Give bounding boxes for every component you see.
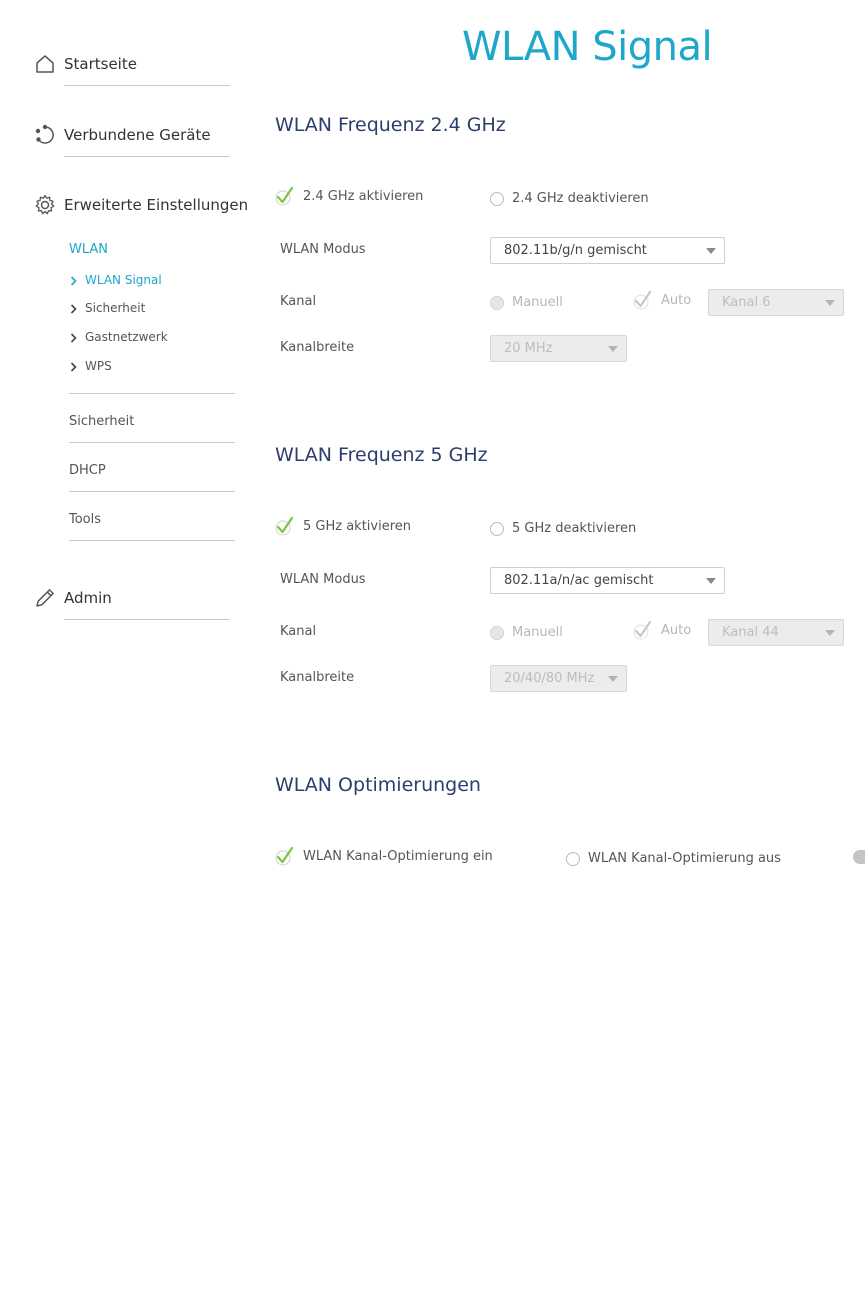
radio-5ghz-enable[interactable]: 5 GHz aktivieren [275, 516, 411, 536]
radio-optimization-on[interactable]: WLAN Kanal-Optimierung ein [275, 846, 493, 866]
divider [69, 540, 235, 541]
select-wlan-mode-5-value: 802.11a/n/ac gemischt [504, 573, 654, 588]
nav-guest-network-label: Gastnetzwerk [85, 330, 168, 344]
nav-wlan-signal-label: WLAN Signal [85, 273, 162, 287]
radio-optimization-off-label: WLAN Kanal-Optimierung aus [588, 851, 781, 866]
devices-icon [34, 124, 56, 146]
nav-security[interactable]: Sicherheit [69, 414, 134, 429]
select-wlan-mode-24-value: 802.11b/g/n gemischt [504, 243, 647, 258]
nav-wps[interactable]: WPS [70, 359, 112, 373]
select-channel-24-value: Kanal 6 [722, 295, 771, 310]
select-channel-5-value: Kanal 44 [722, 625, 779, 640]
checkmark-icon [275, 846, 295, 866]
label-wlan-mode-5: WLAN Modus [280, 572, 366, 587]
radio-24ghz-enable[interactable]: 2.4 GHz aktivieren [275, 186, 423, 206]
label-wlan-mode-24: WLAN Modus [280, 242, 366, 257]
radio-24ghz-disable[interactable]: 2.4 GHz deaktivieren [490, 191, 649, 206]
radio-channel-auto-24[interactable]: Auto [633, 290, 691, 310]
dropdown-arrow-icon [825, 630, 835, 636]
radio-circle [490, 521, 504, 536]
label-channel-width-5: Kanalbreite [280, 670, 355, 685]
select-wlan-mode-24[interactable]: 802.11b/g/n gemischt [490, 237, 725, 264]
radio-circle [490, 295, 504, 310]
nav-admin[interactable]: Admin [34, 578, 230, 618]
dropdown-arrow-icon [608, 346, 618, 352]
radio-optimization-off[interactable]: WLAN Kanal-Optimierung aus [566, 851, 781, 866]
nav-admin-label: Admin [64, 589, 112, 607]
select-channel-width-24-value: 20 MHz [504, 341, 553, 356]
divider [69, 442, 235, 443]
section-title-5ghz: WLAN Frequenz 5 GHz [275, 444, 488, 466]
chevron-right-icon [70, 275, 77, 286]
nav-dhcp[interactable]: DHCP [69, 463, 106, 478]
nav-tools[interactable]: Tools [69, 512, 101, 527]
divider [64, 156, 230, 157]
nav-devices-label: Verbundene Geräte [64, 126, 211, 144]
checkmark-icon [275, 186, 295, 206]
radio-24ghz-disable-label: 2.4 GHz deaktivieren [512, 191, 649, 206]
nav-guest-network[interactable]: Gastnetzwerk [70, 330, 168, 344]
radio-24ghz-enable-label: 2.4 GHz aktivieren [303, 188, 424, 204]
select-channel-5[interactable]: Kanal 44 [708, 619, 844, 646]
select-wlan-mode-5[interactable]: 802.11a/n/ac gemischt [490, 567, 725, 594]
label-channel-24: Kanal [280, 294, 317, 309]
radio-channel-auto-24-label: Auto [661, 292, 692, 308]
nav-wlan[interactable]: WLAN [69, 242, 108, 257]
nav-wlan-security[interactable]: Sicherheit [70, 301, 145, 315]
nav-home-label: Startseite [64, 55, 137, 73]
select-channel-width-5[interactable]: 20/40/80 MHz [490, 665, 627, 692]
dropdown-arrow-icon [706, 248, 716, 254]
checkmark-icon [633, 620, 653, 640]
chevron-right-icon [70, 361, 77, 372]
radio-circle [566, 851, 580, 866]
checkmark-icon [275, 516, 295, 536]
select-channel-width-5-value: 20/40/80 MHz [504, 671, 595, 686]
label-channel-5: Kanal [280, 624, 317, 639]
pencil-icon [34, 587, 56, 609]
chevron-right-icon [70, 332, 77, 343]
section-title-optimizations: WLAN Optimierungen [275, 774, 481, 796]
radio-optimization-on-label: WLAN Kanal-Optimierung ein [303, 848, 493, 864]
divider [69, 491, 235, 492]
gear-icon [34, 194, 56, 216]
radio-channel-manual-24-label: Manuell [512, 295, 563, 310]
nav-wps-label: WPS [85, 359, 112, 373]
info-icon[interactable] [853, 850, 865, 864]
divider [69, 393, 235, 394]
radio-circle [490, 191, 504, 206]
nav-connected-devices[interactable]: Verbundene Geräte [34, 115, 230, 155]
radio-channel-auto-5[interactable]: Auto [633, 620, 691, 640]
radio-channel-auto-5-label: Auto [661, 622, 692, 638]
radio-circle [490, 625, 504, 640]
dropdown-arrow-icon [608, 676, 618, 682]
section-title-24ghz: WLAN Frequenz 2.4 GHz [275, 114, 506, 136]
nav-advanced-label: Erweiterte Einstellungen [64, 196, 249, 214]
divider [64, 85, 230, 86]
home-icon [34, 53, 56, 75]
nav-advanced-settings[interactable]: Erweiterte Einstellungen [34, 185, 248, 225]
radio-5ghz-disable[interactable]: 5 GHz deaktivieren [490, 521, 636, 536]
page-title: WLAN Signal [462, 24, 713, 70]
dropdown-arrow-icon [706, 578, 716, 584]
nav-wlan-signal[interactable]: WLAN Signal [70, 273, 162, 287]
radio-channel-manual-24[interactable]: Manuell [490, 295, 563, 310]
select-channel-24[interactable]: Kanal 6 [708, 289, 844, 316]
checkmark-icon [633, 290, 653, 310]
nav-home[interactable]: Startseite [34, 44, 230, 84]
nav-wlan-security-label: Sicherheit [85, 301, 146, 315]
chevron-right-icon [70, 303, 77, 314]
radio-channel-manual-5-label: Manuell [512, 625, 563, 640]
radio-5ghz-enable-label: 5 GHz aktivieren [303, 518, 412, 534]
divider [64, 619, 230, 620]
select-channel-width-24[interactable]: 20 MHz [490, 335, 627, 362]
label-channel-width-24: Kanalbreite [280, 340, 355, 355]
dropdown-arrow-icon [825, 300, 835, 306]
radio-channel-manual-5[interactable]: Manuell [490, 625, 563, 640]
radio-5ghz-disable-label: 5 GHz deaktivieren [512, 521, 637, 536]
